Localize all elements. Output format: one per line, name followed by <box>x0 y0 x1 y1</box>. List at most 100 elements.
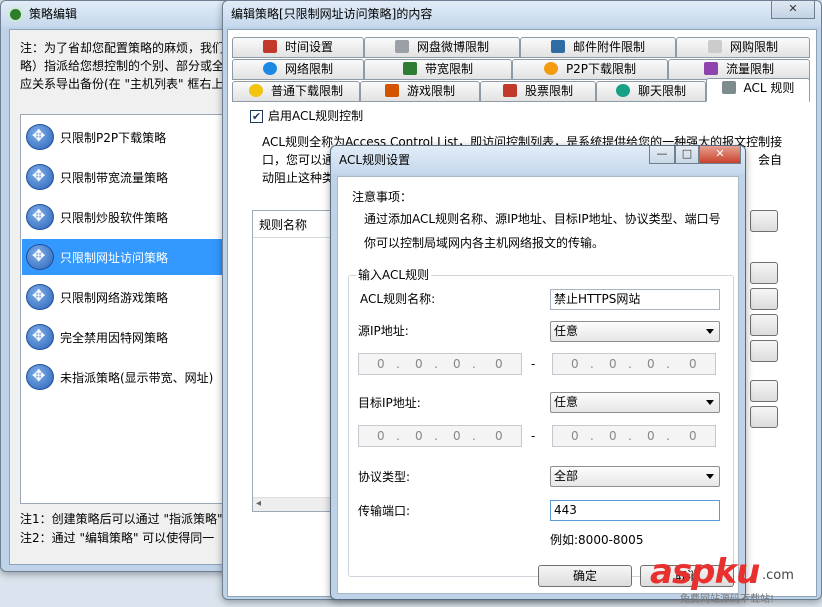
tab-mail-attachment[interactable]: 邮件附件限制 <box>520 37 676 58</box>
tab-shopping[interactable]: 网购限制 <box>676 37 810 58</box>
note-line-1: 注：为了省却您配置策略的麻烦，我们 <box>20 41 225 55</box>
acl-rule-list[interactable]: 规则名称 ◂ <box>252 210 338 512</box>
watermark-tagline: 免费网站源码下载站! <box>680 594 775 605</box>
chat-icon <box>615 84 630 97</box>
watermark-tld: .com <box>762 568 794 583</box>
dst-ip-start[interactable]: 0. 0. 0. 0 <box>358 425 522 447</box>
window-title: 策略编辑 <box>29 7 78 21</box>
side-button[interactable] <box>750 406 778 428</box>
cart-icon <box>707 40 722 53</box>
dst-ip-end[interactable]: 0. 0. 0. 0 <box>552 425 716 447</box>
note-line-2: 略）指派给您想控制的个别、部分或全 <box>20 59 225 73</box>
close-button[interactable]: ✕ <box>699 146 741 164</box>
side-button[interactable] <box>750 262 778 284</box>
watermark-logo: aspku .com 免费网站源码下载站! <box>650 552 822 607</box>
horizontal-scrollbar[interactable]: ◂ <box>253 497 337 511</box>
tab-game[interactable]: 游戏限制 <box>360 81 480 102</box>
title-bar[interactable]: 编辑策略[只限制网址访问策略]的内容 <box>223 1 821 27</box>
scroll-left-icon[interactable]: ◂ <box>256 498 261 509</box>
strategy-icon <box>26 124 54 150</box>
title-bar[interactable]: 策略编辑 <box>1 1 231 27</box>
strategy-icon <box>26 204 54 230</box>
dialog-title: ACL规则设置 <box>339 153 411 167</box>
mail-icon <box>550 40 565 53</box>
tab-acl-rules[interactable]: ACL 规则 <box>706 78 810 102</box>
close-button[interactable]: ✕ <box>771 1 815 19</box>
range-separator: - <box>531 357 536 371</box>
minimize-button[interactable]: — <box>649 146 675 164</box>
strategy-icon <box>26 284 54 310</box>
tab-chat[interactable]: 聊天限制 <box>596 81 706 102</box>
side-button[interactable] <box>750 380 778 402</box>
rule-name-label: ACL规则名称: <box>360 292 436 306</box>
close-icon: ✕ <box>715 147 725 160</box>
acl-description-line-2: 口，您可以通 <box>262 153 335 167</box>
side-button[interactable] <box>750 340 778 362</box>
src-ip-select[interactable]: 任意 <box>550 321 720 342</box>
column-header-rule-name[interactable]: 规则名称 <box>259 217 307 233</box>
tab-p2p[interactable]: P2P下载限制 <box>512 59 668 80</box>
ie-icon <box>262 62 277 75</box>
acl-icon <box>721 81 736 94</box>
maximize-icon: □ <box>681 147 693 160</box>
note-line-3: 应关系导出备份(在 "主机列表" 框右上 <box>20 77 224 91</box>
strategy-icon <box>26 364 54 390</box>
strategy-item[interactable]: 只限制P2P下载策略 <box>22 119 222 155</box>
strategy-icon <box>26 324 54 350</box>
clock-icon <box>262 40 277 53</box>
strategy-edit-window: 策略编辑 注：为了省却您配置策略的麻烦，我们 略）指派给您想控制的个别、部分或全… <box>0 0 232 572</box>
strategy-item[interactable]: 只限制炒股软件策略 <box>22 199 222 235</box>
strategy-item[interactable]: 完全禁用因特网策略 <box>22 319 222 355</box>
window-body: 注：为了省却您配置策略的麻烦，我们 略）指派给您想控制的个别、部分或全 应关系导… <box>9 29 231 565</box>
acl-description-line-3: 动阻止这种类 <box>262 171 335 185</box>
side-button[interactable] <box>750 314 778 336</box>
dst-ip-label: 目标IP地址: <box>358 396 421 410</box>
tab-bandwidth[interactable]: 带宽限制 <box>364 59 512 80</box>
src-ip-label: 源IP地址: <box>358 324 409 338</box>
side-button[interactable] <box>750 288 778 310</box>
notice-line-2: 你可以控制局域网内各主机网络报文的传输。 <box>364 236 605 250</box>
strategy-item[interactable]: 只限制带宽流量策略 <box>22 159 222 195</box>
maximize-button[interactable]: □ <box>675 146 699 164</box>
cloud-icon <box>394 40 409 53</box>
footer-note-2: 注2：通过 "编辑策略" 可以使得同一 <box>20 531 215 545</box>
close-icon: ✕ <box>788 2 798 15</box>
chevron-down-icon <box>706 400 714 405</box>
protocol-label: 协议类型: <box>358 470 411 484</box>
strategy-item-selected[interactable]: 只限制网址访问策略 <box>22 239 222 275</box>
p2p-icon <box>543 62 558 75</box>
dst-ip-select[interactable]: 任意 <box>550 392 720 413</box>
enable-acl-checkbox[interactable]: ✔ <box>250 110 263 123</box>
app-icon <box>8 7 23 22</box>
chevron-down-icon <box>706 474 714 479</box>
minimize-icon: — <box>656 147 668 160</box>
traffic-icon <box>703 62 718 75</box>
port-example: 例如:8000-8005 <box>550 533 644 547</box>
tab-time-settings[interactable]: 时间设置 <box>232 37 364 58</box>
tab-network[interactable]: 网络限制 <box>232 59 364 80</box>
strategy-icon <box>26 164 54 190</box>
src-ip-end[interactable]: 0. 0. 0. 0 <box>552 353 716 375</box>
tab-normal-download[interactable]: 普通下载限制 <box>232 81 360 102</box>
window-title: 编辑策略[只限制网址访问策略]的内容 <box>231 7 433 21</box>
strategy-icon <box>26 244 54 270</box>
tab-traffic[interactable]: 流量限制 <box>668 59 810 80</box>
side-button[interactable] <box>750 210 778 232</box>
strategy-list: 只限制P2P下载策略 只限制带宽流量策略 只限制炒股软件策略 只限制网址访问策略… <box>20 114 231 504</box>
ok-button[interactable]: 确定 <box>538 565 632 587</box>
download-icon <box>248 84 263 97</box>
dialog-body: 注意事项： 通过添加ACL规则名称、源IP地址、目标IP地址、协议类型、端口号 … <box>337 176 739 594</box>
strategy-item[interactable]: 未指派策略(显示带宽、网址) <box>22 359 222 395</box>
acl-description-tail: 会自 <box>758 153 783 167</box>
tab-cloud-weibo[interactable]: 网盘微博限制 <box>364 37 520 58</box>
strategy-item[interactable]: 只限制网络游戏策略 <box>22 279 222 315</box>
rule-name-input[interactable]: 禁止HTTPS网站 <box>550 289 720 310</box>
src-ip-start[interactable]: 0. 0. 0. 0 <box>358 353 522 375</box>
chevron-down-icon <box>706 329 714 334</box>
watermark-brand: aspku <box>650 552 760 592</box>
tab-stock[interactable]: 股票限制 <box>480 81 596 102</box>
protocol-select[interactable]: 全部 <box>550 466 720 487</box>
header-divider <box>253 237 337 238</box>
port-input[interactable]: 443 <box>550 500 720 521</box>
stock-icon <box>502 84 517 97</box>
